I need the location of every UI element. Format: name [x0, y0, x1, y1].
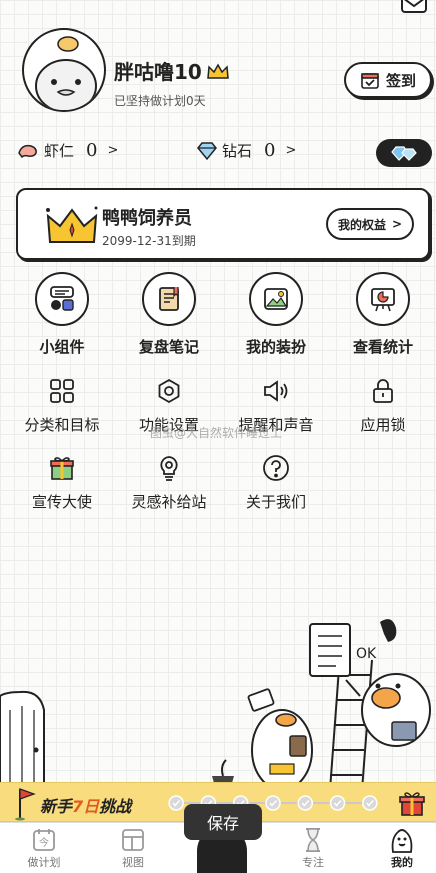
category-goals-label: 分类和目标: [24, 416, 100, 434]
challenge-highlight: 7日: [72, 797, 100, 816]
calendar-check-icon: [361, 73, 379, 89]
vip-card[interactable]: 鸭鸭饲养员 2099-12-31到期 我的权益 >: [16, 188, 430, 260]
my-outfits-entry[interactable]: 我的装扮: [224, 272, 328, 357]
shrimp-icon: [18, 144, 37, 158]
duck-scene-illustration: OK: [0, 619, 431, 800]
crown-icon: [207, 62, 229, 79]
challenge-suffix: 挑战: [99, 797, 132, 816]
ambassador-label: 宣传大使: [31, 493, 92, 511]
category-goals-entry[interactable]: 分类和目标: [10, 376, 114, 435]
review-notes-label: 复盘笔记: [138, 338, 199, 356]
gift-icon: [47, 453, 77, 483]
duck-drinking-illustration: [247, 688, 313, 791]
about-us-entry[interactable]: 关于我们: [224, 453, 328, 512]
question-icon: [261, 453, 291, 483]
inspiration-entry[interactable]: 灵感补给站: [117, 453, 221, 512]
nav-focus[interactable]: 专注: [283, 826, 343, 870]
vip-crown-icon: [46, 206, 98, 243]
hourglass-icon: [306, 828, 320, 852]
widget-icon: [35, 272, 89, 326]
view-icon: [122, 829, 144, 851]
checkin-label: 签到: [385, 71, 416, 90]
diamond-icon: [197, 141, 217, 160]
nav-mine[interactable]: 我的: [372, 826, 432, 870]
picture-icon: [249, 272, 303, 326]
save-button[interactable]: 保存: [184, 804, 262, 840]
checkin-button[interactable]: 签到: [344, 62, 432, 98]
app-lock-label: 应用锁: [360, 416, 406, 434]
save-label: 保存: [206, 814, 239, 833]
vip-expiry: 2099-12-31到期: [102, 234, 196, 248]
shrimp-balance[interactable]: 虾仁 0 >: [16, 140, 118, 161]
username: 胖咕噜10: [114, 56, 230, 85]
my-outfits-label: 我的装扮: [245, 338, 306, 356]
settings-icon: [154, 376, 184, 406]
clipboard-illustration: [309, 623, 351, 677]
my-rights-label: 我的权益: [337, 217, 386, 232]
speaker-icon: [261, 376, 291, 406]
widget-label: 小组件: [39, 338, 85, 356]
challenge-gift-icon[interactable]: [398, 789, 426, 817]
avatar[interactable]: [22, 28, 106, 112]
shrimp-label: 虾仁: [44, 142, 75, 160]
nav-view-label: 视图: [122, 856, 144, 869]
inspiration-label: 灵感补给站: [131, 493, 207, 511]
diamond-value: 0: [264, 140, 276, 161]
ambassador-entry[interactable]: 宣传大使: [10, 453, 114, 512]
app-lock-entry[interactable]: 应用锁: [331, 376, 435, 435]
diamond-balance[interactable]: 钻石 0 >: [196, 140, 296, 161]
duck-profile-icon: [391, 829, 413, 853]
gems-icon: [391, 146, 417, 161]
challenge-day-dot: [297, 795, 314, 811]
notebook-icon: [142, 272, 196, 326]
flag-icon: [15, 788, 36, 821]
review-notes-entry[interactable]: 复盘笔记: [117, 272, 221, 357]
svg-text:今: 今: [39, 836, 49, 849]
nav-plan[interactable]: 今 做计划: [14, 826, 74, 870]
lock-icon: [368, 376, 398, 406]
chart-board-icon: [356, 272, 410, 326]
challenge-day-dot: [362, 795, 378, 811]
nav-focus-label: 专注: [302, 856, 324, 869]
diamond-chevron-icon: >: [285, 143, 297, 158]
username-text: 胖咕噜10: [114, 60, 202, 84]
diamond-store-button[interactable]: [376, 139, 432, 167]
statistics-entry[interactable]: 查看统计: [331, 272, 435, 357]
my-rights-chevron-icon: >: [391, 217, 403, 231]
statistics-label: 查看统计: [352, 338, 413, 356]
watermark-text: 图虫@大自然软件睡过工: [150, 426, 283, 440]
nav-plan-label: 做计划: [27, 856, 61, 869]
shrimp-value: 0: [86, 140, 98, 161]
nav-view[interactable]: 视图: [103, 826, 163, 870]
mail-icon[interactable]: [400, 0, 428, 16]
grid-icon: [47, 376, 77, 406]
streak-text: 已坚持做计划0天: [114, 94, 206, 108]
lightbulb-icon: [154, 453, 184, 483]
widget-entry[interactable]: 小组件: [10, 272, 114, 357]
challenge-day-dot: [265, 795, 281, 811]
vip-title: 鸭鸭饲养员: [102, 208, 192, 229]
shrimp-chevron-icon: >: [107, 143, 119, 158]
nav-mine-label: 我的: [391, 856, 413, 869]
duck-on-ladder-illustration: [345, 673, 431, 747]
about-us-label: 关于我们: [245, 493, 306, 511]
my-rights-button[interactable]: 我的权益 >: [326, 208, 414, 240]
challenge-title: 新手 7日 挑战: [40, 793, 131, 817]
ok-text: OK: [356, 646, 377, 662]
challenge-prefix: 新手: [40, 797, 73, 816]
challenge-day-dot: [168, 795, 184, 811]
diamond-label: 钻石: [222, 142, 253, 160]
challenge-day-dot: [329, 795, 346, 811]
calendar-today-icon: 今: [33, 829, 55, 851]
duck-avatar-icon: [35, 36, 97, 110]
